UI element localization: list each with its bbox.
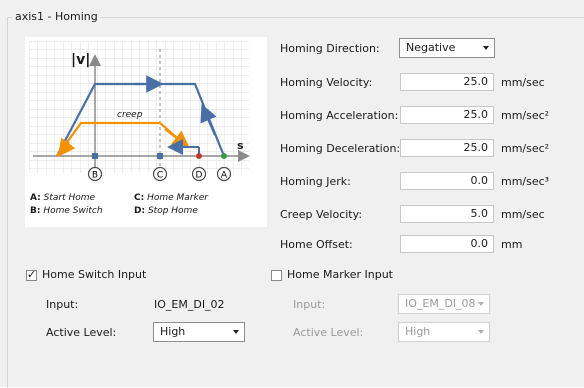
direction-select[interactable]: Negative [399,38,495,58]
home-switch-level-select[interactable]: High [153,322,245,342]
marker-a: A [216,166,232,182]
marker-d-label: D [196,171,203,181]
y-axis-label: |v| [71,52,90,68]
home-marker-label[interactable]: Home Marker Input [287,268,393,281]
deceleration-unit: mm/sec² [501,142,550,155]
jerk-label: Homing Jerk: [280,175,351,188]
legend-b: B: Home Switch [30,206,103,216]
chevron-down-icon [478,302,484,306]
marker-b: B [87,166,103,182]
x-axis-label: s [237,139,244,152]
acceleration-input[interactable]: 25.0 [400,106,494,124]
grid-background [29,41,249,173]
velocity-input[interactable]: 25.0 [400,73,494,91]
home-offset-input[interactable]: 0.0 [400,235,494,253]
deceleration-label: Homing Deceleration: [280,142,401,155]
chevron-down-icon [478,330,484,334]
home-marker-input-label: Input: [293,298,326,311]
marker-c-label: C [157,171,163,181]
point-home-switch [92,153,98,159]
legend-d: D: Stop Home [134,206,198,216]
acceleration-label: Homing Acceleration: [280,109,399,122]
creep-label: creep [117,110,143,120]
creep-velocity-input[interactable]: 5.0 [400,205,494,223]
legend-a: A: Start Home [30,193,96,203]
marker-c: C [152,166,168,182]
direction-label: Homing Direction: [280,42,380,55]
marker-b-label: B [92,171,98,181]
home-switch-input-label: Input: [46,298,79,311]
marker-a-label: A [221,171,228,181]
home-marker-level-value: High [405,325,431,338]
creep-velocity-unit: mm/sec [501,208,545,221]
creep-velocity-label: Creep Velocity: [280,208,363,221]
marker-d: D [191,166,207,182]
jerk-unit: mm/sec³ [501,175,550,188]
home-switch-checkbox[interactable] [26,268,37,281]
acceleration-unit: mm/sec² [501,109,550,122]
deceleration-input[interactable]: 25.0 [400,139,494,157]
velocity-label: Homing Velocity: [280,76,373,89]
home-offset-unit: mm [501,238,523,251]
chevron-down-icon [483,46,489,50]
point-home-marker [157,153,163,159]
home-switch-level-label: Active Level: [46,326,117,339]
point-stop-home [196,153,202,159]
point-start-home [221,153,227,159]
home-marker-checkbox[interactable] [271,270,282,281]
chevron-down-icon [233,330,239,334]
velocity-unit: mm/sec [501,76,545,89]
home-offset-label: Home Offset: [280,238,353,251]
home-switch-label[interactable]: Home Switch Input [42,268,146,281]
jerk-input[interactable]: 0.0 [400,172,494,190]
direction-select-value: Negative [406,41,456,54]
home-marker-input-select[interactable]: IO_EM_DI_08 [398,294,490,314]
legend-c: C: Home Marker [134,193,208,203]
home-switch-input-value: IO_EM_DI_02 [154,298,225,311]
group-title: axis1 - Homing [12,10,101,23]
home-marker-level-label: Active Level: [293,326,364,339]
home-switch-level-value: High [160,325,186,338]
home-marker-level-select[interactable]: High [398,322,490,342]
home-marker-input-value: IO_EM_DI_08 [405,297,476,310]
